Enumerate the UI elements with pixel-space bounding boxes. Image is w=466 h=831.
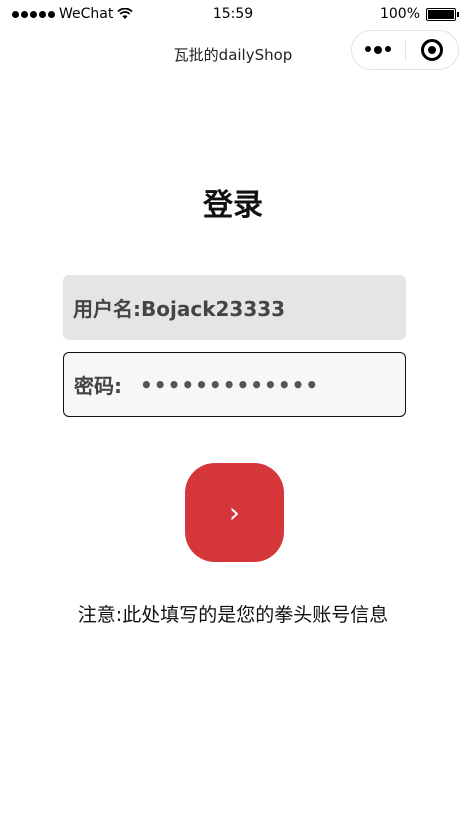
- password-label: 密码:: [74, 374, 122, 398]
- status-bar: WeChat 15:59 100%: [0, 0, 466, 30]
- username-text: 用户名:Bojack23333: [73, 297, 286, 321]
- login-heading: 登录: [203, 188, 263, 223]
- password-field[interactable]: 密码: •••••••••••••: [63, 352, 406, 417]
- close-button[interactable]: [405, 39, 458, 61]
- username-field[interactable]: 用户名:Bojack23333: [63, 275, 406, 340]
- battery-percent: 100%: [379, 6, 420, 22]
- status-right: 100%: [379, 6, 459, 22]
- target-close-icon: [420, 39, 443, 61]
- chevron-right-icon: ›: [228, 496, 241, 529]
- more-dots-icon[interactable]: [352, 46, 405, 54]
- login-submit-button[interactable]: ›: [185, 463, 284, 562]
- password-value: •••••••••••••: [140, 372, 320, 397]
- battery-icon: [426, 7, 459, 21]
- mini-program-capsule: [351, 30, 459, 70]
- account-note: 注意:此处填写的是您的拳头账号信息: [77, 604, 389, 626]
